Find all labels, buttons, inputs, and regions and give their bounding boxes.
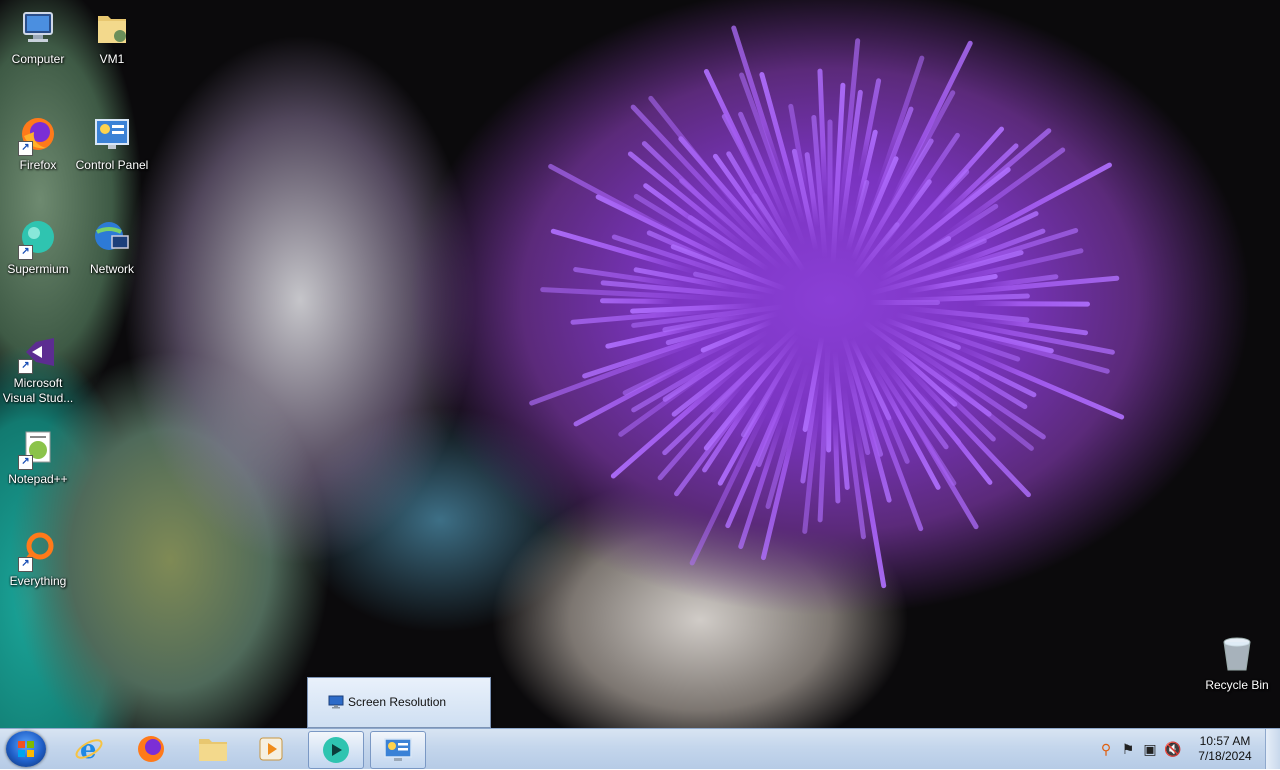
flower-filament — [827, 119, 833, 235]
desktop-icon-label: Network — [89, 262, 134, 276]
desktop-icon-everything[interactable]: ↗ Everything — [0, 528, 76, 589]
clock[interactable]: 10:57 AM 7/18/2024 — [1190, 734, 1260, 764]
taskbar-media-player[interactable] — [244, 731, 298, 767]
preview-title: Screen Resolution — [348, 695, 447, 709]
show-desktop-button[interactable] — [1265, 729, 1280, 769]
folder-icon — [90, 6, 134, 50]
desktop-icon-label: Firefox — [19, 158, 57, 172]
media-player-icon — [259, 737, 283, 761]
desktop-icon-vm1[interactable]: VM1 — [74, 6, 150, 67]
volume-muted-icon[interactable]: 🔇 — [1164, 741, 1181, 757]
desktop-icon-label: Notepad++ — [8, 472, 68, 486]
taskbar: e ⚲ ⚑ ▣ 🔇 10:57 AM 7/18/2024 — [0, 728, 1280, 769]
internet-explorer-icon: e — [75, 735, 103, 764]
control-panel-icon — [90, 112, 134, 156]
visual-studio-icon: ↗ — [16, 330, 60, 374]
desktop-icon-supermium[interactable]: ↗ Supermium — [0, 216, 76, 277]
desktop-wallpaper — [0, 0, 1280, 728]
supermium-icon: ↗ — [16, 216, 60, 260]
start-button[interactable] — [6, 731, 46, 767]
network-status-icon[interactable]: ▣ — [1142, 741, 1158, 757]
shortcut-arrow-icon: ↗ — [18, 359, 33, 374]
desktop-icon-computer[interactable]: Computer — [0, 6, 76, 67]
desktop-icon-firefox[interactable]: ↗ Firefox — [0, 112, 76, 173]
desktop-icon-visual-studio[interactable]: ↗ Microsoft Visual Stud... — [0, 330, 76, 406]
taskbar-preview-popup[interactable]: Screen Resolution — [307, 677, 491, 728]
taskbar-firefox[interactable] — [124, 731, 178, 767]
folder-icon — [199, 739, 227, 761]
desktop-icon-label: VM1 — [99, 52, 125, 66]
everything-search-icon: ↗ — [16, 528, 60, 572]
flower-filament — [875, 55, 925, 190]
supermium-icon — [323, 737, 349, 763]
firefox-icon — [138, 736, 164, 762]
windows-logo-icon — [18, 741, 34, 757]
desktop-icon-notepad-plus-plus[interactable]: ↗ Notepad++ — [0, 426, 76, 487]
firefox-icon: ↗ — [16, 112, 60, 156]
flower-filament — [972, 300, 1090, 307]
computer-icon — [16, 6, 60, 50]
network-icon — [90, 216, 134, 260]
desktop-icon-label: Microsoft Visual Stud... — [2, 376, 74, 405]
desktop-icon-label: Control Panel — [75, 158, 149, 172]
svg-text:e: e — [80, 735, 97, 764]
desktop-icon-label: Recycle Bin — [1205, 678, 1269, 692]
control-panel-icon — [384, 738, 412, 761]
taskbar-file-explorer[interactable] — [186, 731, 240, 767]
recycle-bin-icon — [1215, 632, 1259, 676]
flower-filament — [979, 316, 1088, 336]
shortcut-arrow-icon: ↗ — [18, 455, 33, 470]
desktop-icon-control-panel[interactable]: Control Panel — [74, 112, 150, 173]
shortcut-arrow-icon: ↗ — [18, 557, 33, 572]
clock-date: 7/18/2024 — [1198, 749, 1252, 763]
taskbar-supermium[interactable] — [308, 731, 364, 769]
desktop-icon-network[interactable]: Network — [74, 216, 150, 277]
desktop-icon-label: Computer — [11, 52, 65, 66]
desktop-icon-recycle-bin[interactable]: Recycle Bin — [1199, 632, 1275, 693]
notepad-plus-plus-icon: ↗ — [16, 426, 60, 470]
clock-time: 10:57 AM — [1199, 734, 1251, 748]
screen-resolution-icon — [328, 695, 344, 709]
flower-filament — [599, 297, 675, 304]
system-tray: ⚲ ⚑ ▣ 🔇 10:57 AM 7/18/2024 — [1090, 729, 1280, 769]
shortcut-arrow-icon: ↗ — [18, 141, 33, 156]
desktop-icon-label: Supermium — [7, 262, 69, 276]
shortcut-arrow-icon: ↗ — [18, 245, 33, 260]
taskbar-internet-explorer[interactable]: e — [62, 731, 116, 767]
desktop-icon-label: Everything — [9, 574, 67, 588]
action-center-flag-icon[interactable]: ⚑ — [1120, 741, 1136, 757]
taskbar-control-panel[interactable] — [370, 731, 426, 769]
search-magnifier-icon[interactable]: ⚲ — [1098, 741, 1114, 757]
